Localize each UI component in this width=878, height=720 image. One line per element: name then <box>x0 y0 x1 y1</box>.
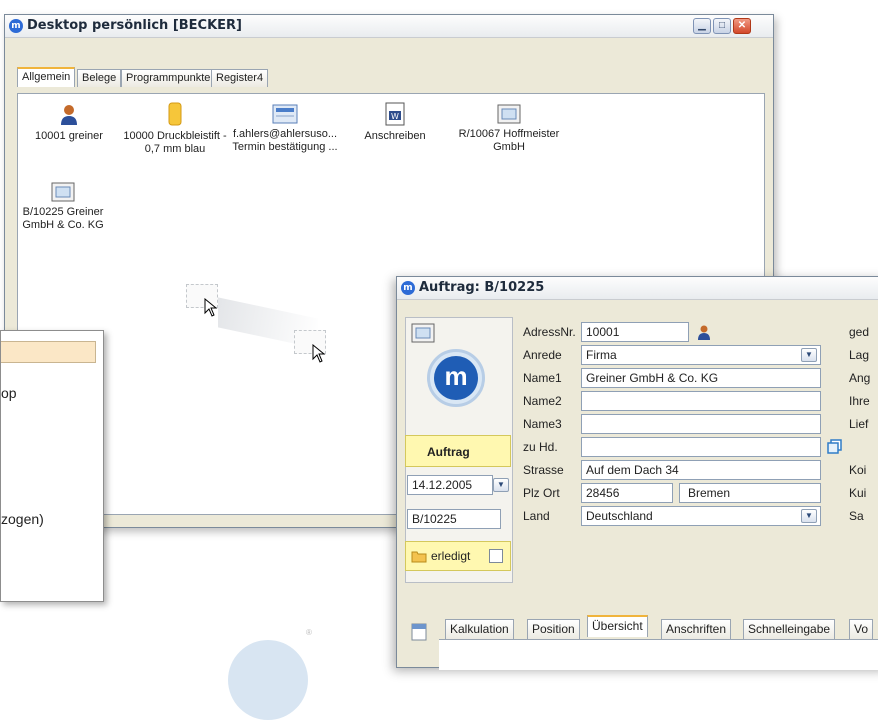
registered-mark: ® <box>306 628 312 637</box>
cursor-icon <box>312 344 326 363</box>
name1-label: Name1 <box>523 371 562 385</box>
desktop-item[interactable]: f.ahlers@ahlersuso... Termin bestätigung… <box>230 104 340 154</box>
strasse-field[interactable]: Auf dem Dach 34 <box>581 460 821 480</box>
tab-content-area <box>439 639 878 670</box>
done-checkbox[interactable] <box>489 549 503 563</box>
folder-icon <box>411 551 427 563</box>
maximize-button[interactable]: □ <box>713 18 731 34</box>
app-logo-icon: m <box>401 281 415 295</box>
popup-text-line: op <box>1 385 17 401</box>
document-icon[interactable] <box>411 323 435 343</box>
tab-position[interactable]: Position <box>527 619 580 639</box>
desktop-item-label: f.ahlers@ahlersuso... <box>232 128 338 140</box>
word-document-icon: W <box>385 102 405 126</box>
zuhd-field[interactable] <box>581 437 821 457</box>
desktop-item-label: 10000 Druckbleistift - <box>123 130 227 142</box>
svg-text:W: W <box>391 112 399 121</box>
email-icon <box>272 104 298 124</box>
desktop-item-label: R/10067 Hoffmeister <box>458 128 560 140</box>
tab-uebersicht[interactable]: Übersicht <box>587 615 648 637</box>
desktop-item-label: Termin bestätigung ... <box>232 141 338 153</box>
right-label: Kui <box>849 486 867 500</box>
page-icon <box>411 623 427 641</box>
document-icon <box>51 182 75 202</box>
auftrag-window-title: Auftrag: B/10225 <box>419 280 545 295</box>
person-icon[interactable] <box>697 325 711 341</box>
tab-allgemein[interactable]: Allgemein <box>17 67 76 87</box>
auftrag-window: m Auftrag: B/10225 m Auftrag 14.12.2005 … <box>396 276 878 670</box>
right-label: Koi <box>849 463 867 477</box>
chevron-down-icon[interactable]: ▼ <box>801 348 817 362</box>
app-logo-icon: m <box>9 19 23 33</box>
name3-label: Name3 <box>523 417 562 431</box>
background-logo-watermark <box>228 640 308 720</box>
anrede-select[interactable]: Firma <box>581 345 821 365</box>
name2-label: Name2 <box>523 394 562 408</box>
tab-belege[interactable]: Belege <box>77 69 122 87</box>
land-select[interactable]: Deutschland <box>581 506 821 526</box>
anrede-label: Anrede <box>523 348 562 362</box>
ort-field[interactable]: Bremen <box>679 483 821 503</box>
tab-kalkulation[interactable]: Kalkulation <box>445 619 514 639</box>
popup-highlight-field[interactable] <box>1 341 96 363</box>
auftrag-type-label: Auftrag <box>427 445 470 459</box>
chevron-down-icon[interactable]: ▼ <box>801 509 817 523</box>
desktop-title-bar[interactable]: m Desktop persönlich [BECKER] ▁ □ ✕ <box>5 15 773 38</box>
desktop-item-label: GmbH <box>493 141 525 153</box>
tab-programmpunkte[interactable]: Programmpunkte <box>121 69 216 87</box>
right-label: Sa <box>849 509 864 523</box>
desktop-item[interactable]: 10001 greiner <box>14 104 124 143</box>
tab-schnelleingabe[interactable]: Schnelleingabe <box>743 619 836 639</box>
auftrag-title-bar[interactable]: m Auftrag: B/10225 <box>397 277 878 300</box>
tab-vo[interactable]: Vo <box>849 619 874 639</box>
right-label: Ihre <box>849 394 870 408</box>
person-icon <box>61 105 77 125</box>
order-number-field[interactable]: B/10225 <box>407 509 501 529</box>
desktop-item[interactable]: W Anschreiben <box>340 102 450 143</box>
tab-register4[interactable]: Register4 <box>211 69 269 87</box>
close-button[interactable]: ✕ <box>733 18 751 34</box>
done-label: erledigt <box>431 549 471 563</box>
popup-text-line: zogen) <box>1 511 44 527</box>
plzort-label: Plz Ort <box>523 486 560 500</box>
desktop-item-label: 10001 greiner <box>35 130 103 142</box>
plz-field[interactable]: 28456 <box>581 483 673 503</box>
copy-icon[interactable] <box>827 439 843 455</box>
minimize-button[interactable]: ▁ <box>693 18 711 34</box>
desktop-window-title: Desktop persönlich [BECKER] <box>27 18 243 33</box>
desktop-item[interactable]: R/10067 Hoffmeister GmbH <box>454 104 564 154</box>
name1-field[interactable]: Greiner GmbH & Co. KG <box>581 368 821 388</box>
zuhd-label: zu Hd. <box>523 440 558 454</box>
company-logo-inner: m <box>434 356 478 400</box>
adress-label: AdressNr. <box>523 325 576 339</box>
name3-field[interactable] <box>581 414 821 434</box>
right-label: Lag <box>849 348 870 362</box>
name2-field[interactable] <box>581 391 821 411</box>
right-label: Lief <box>849 417 869 431</box>
popup-panel: op zogen) <box>0 330 104 602</box>
chevron-down-icon[interactable]: ▼ <box>493 478 509 492</box>
strasse-label: Strasse <box>523 463 564 477</box>
right-label: ged <box>849 325 870 339</box>
desktop-item-label: 0,7 mm blau <box>144 143 206 155</box>
desktop-item[interactable]: B/10225 Greiner GmbH & Co. KG <box>8 182 118 232</box>
pencil-item-icon <box>168 102 182 126</box>
right-label: Ang <box>849 371 871 385</box>
date-field[interactable]: 14.12.2005 <box>407 475 493 495</box>
document-icon <box>497 104 521 124</box>
desktop-item[interactable]: 10000 Druckbleistift - 0,7 mm blau <box>120 102 230 156</box>
land-label: Land <box>523 509 550 523</box>
desktop-item-label: Anschreiben <box>364 130 426 142</box>
desktop-item-label: B/10225 Greiner <box>22 206 104 218</box>
tab-anschriften[interactable]: Anschriften <box>661 619 732 639</box>
desktop-item-label: GmbH & Co. KG <box>22 219 104 231</box>
adress-number-field[interactable]: 10001 <box>581 322 689 342</box>
